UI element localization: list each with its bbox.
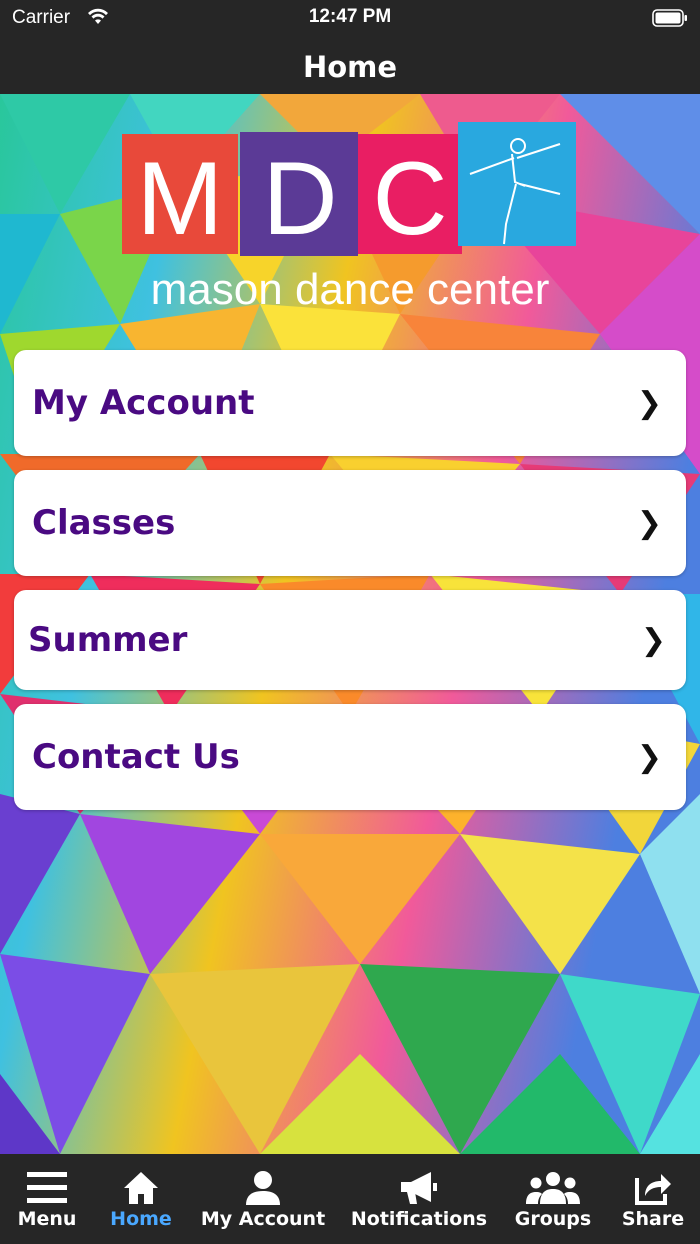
chevron-right-icon: ❯: [636, 739, 662, 775]
home-icon: [124, 1172, 158, 1204]
menu-item-label: Classes: [32, 503, 176, 543]
battery-icon: [652, 9, 687, 27]
tab-label: Groups: [514, 1208, 592, 1230]
menu-item-my-account[interactable]: My Account ❯: [14, 350, 686, 456]
mdc-logo: M D C mason dance center: [122, 122, 576, 314]
tab-label: My Account: [200, 1208, 326, 1230]
page-title: Home: [302, 50, 398, 84]
menu-item-summer[interactable]: Summer ❯: [14, 590, 686, 690]
svg-text:C: C: [372, 141, 447, 257]
menu-item-label: My Account: [32, 383, 255, 423]
tab-label: Notifications: [350, 1208, 488, 1230]
tab-menu[interactable]: Menu: [0, 1154, 94, 1244]
nav-bar: Home: [0, 40, 700, 94]
megaphone-icon: [401, 1172, 437, 1204]
chevron-right-icon: ❯: [636, 505, 662, 541]
menu-item-classes[interactable]: Classes ❯: [14, 470, 686, 576]
chevron-right-icon: ❯: [640, 622, 666, 658]
tab-notifications[interactable]: Notifications: [338, 1154, 500, 1244]
tab-bar: Menu Home My Account Notifications Group…: [0, 1154, 700, 1244]
home-content: M D C mason dance center My Account ❯ Cl…: [0, 94, 700, 1154]
group-icon: [526, 1172, 580, 1204]
tab-label: Share: [621, 1208, 685, 1230]
logo-tagline: mason dance center: [151, 265, 550, 314]
hamburger-icon: [27, 1172, 67, 1203]
menu-item-label: Contact Us: [32, 737, 240, 777]
tab-label: Home: [110, 1208, 172, 1230]
person-icon: [246, 1171, 280, 1205]
tab-home[interactable]: Home: [94, 1154, 188, 1244]
tab-groups[interactable]: Groups: [500, 1154, 606, 1244]
svg-text:M: M: [137, 141, 224, 257]
tab-share[interactable]: Share: [606, 1154, 700, 1244]
menu-item-label: Summer: [28, 620, 188, 660]
menu-item-contact-us[interactable]: Contact Us ❯: [14, 704, 686, 810]
chevron-right-icon: ❯: [636, 385, 662, 421]
clock: 12:47 PM: [308, 6, 392, 27]
tab-my-account[interactable]: My Account: [188, 1154, 338, 1244]
svg-text:D: D: [262, 141, 337, 257]
tab-label: Menu: [17, 1208, 77, 1230]
status-bar: Carrier 12:47 PM: [0, 0, 700, 40]
share-icon: [635, 1174, 671, 1205]
